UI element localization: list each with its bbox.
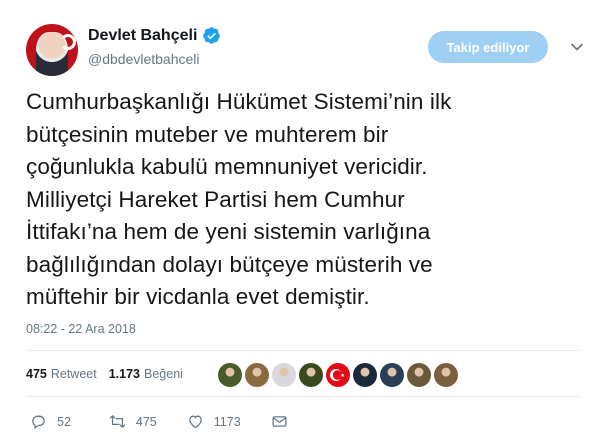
- reply-button[interactable]: 52: [30, 413, 71, 430]
- user-info: Devlet Bahçeli @dbdevletbahceli: [88, 26, 221, 67]
- message-button[interactable]: [271, 413, 288, 430]
- liker-avatar-2[interactable]: [245, 363, 269, 387]
- verified-badge-icon: [203, 27, 221, 44]
- liker-avatar-9[interactable]: [434, 363, 458, 387]
- retweet-button[interactable]: 475: [109, 413, 157, 430]
- retweet-count: 475: [135, 414, 157, 429]
- like-count: 1173: [213, 414, 241, 429]
- heart-icon: [188, 415, 202, 429]
- liker-avatar-7[interactable]: [380, 363, 404, 387]
- user-avatar[interactable]: [26, 24, 78, 76]
- tweet-card: Devlet Bahçeli @dbdevletbahceli Takip ed…: [0, 0, 606, 436]
- liker-avatars: [218, 363, 461, 387]
- following-button[interactable]: Takip ediliyor: [428, 31, 548, 63]
- crescent-icon: [60, 34, 76, 50]
- liker-avatar-5[interactable]: [326, 363, 350, 387]
- divider: [26, 350, 580, 351]
- likes-label[interactable]: Beğeni: [144, 367, 183, 381]
- likes-count[interactable]: 1.173: [109, 367, 140, 381]
- tweet-stats: 475 Retweet 1.173 Beğeni: [26, 367, 183, 381]
- tweet-timestamp[interactable]: 08:22 - 22 Ara 2018: [26, 322, 136, 336]
- tweet-line: çoğunlukla kabulü memnuniyet vericidir.: [26, 154, 428, 179]
- tweet-line: İttifakı’na hem de yeni sistemin varlığı…: [26, 219, 431, 244]
- liker-avatar-6[interactable]: [353, 363, 377, 387]
- retweet-icon: [109, 415, 126, 428]
- tweet-line: Milliyetçi Hareket Partisi hem Cumhur: [26, 186, 405, 212]
- display-name[interactable]: Devlet Bahçeli: [88, 27, 197, 45]
- tweet-actions: 52 475 1173: [30, 413, 288, 430]
- tweet-line: Cumhurbaşkanlığı Hükümet Sistemi’nin ilk: [26, 89, 452, 114]
- tweet-line: müftehir bir vicdanla evet demiştir.: [26, 284, 370, 309]
- retweets-label[interactable]: Retweet: [51, 367, 97, 381]
- tweet-line: bütçesinin muteber ve muhterem bir: [26, 121, 389, 147]
- envelope-icon: [272, 416, 287, 427]
- tweet-line: bağlılığından dolayı bütçeye müsterih ve: [26, 251, 433, 277]
- liker-avatar-3[interactable]: [272, 363, 296, 387]
- like-button[interactable]: 1173: [187, 413, 241, 430]
- retweets-count[interactable]: 475: [26, 367, 47, 381]
- divider: [26, 396, 580, 397]
- reply-count: 52: [57, 414, 71, 429]
- liker-avatar-8[interactable]: [407, 363, 431, 387]
- liker-avatar-4[interactable]: [299, 363, 323, 387]
- liker-avatar-1[interactable]: [218, 363, 242, 387]
- tweet-text: Cumhurbaşkanlığı Hükümet Sistemi’nin ilk…: [26, 86, 586, 314]
- chevron-down-icon[interactable]: [570, 40, 584, 54]
- user-handle[interactable]: @dbdevletbahceli: [88, 51, 221, 67]
- reply-icon: [32, 415, 45, 430]
